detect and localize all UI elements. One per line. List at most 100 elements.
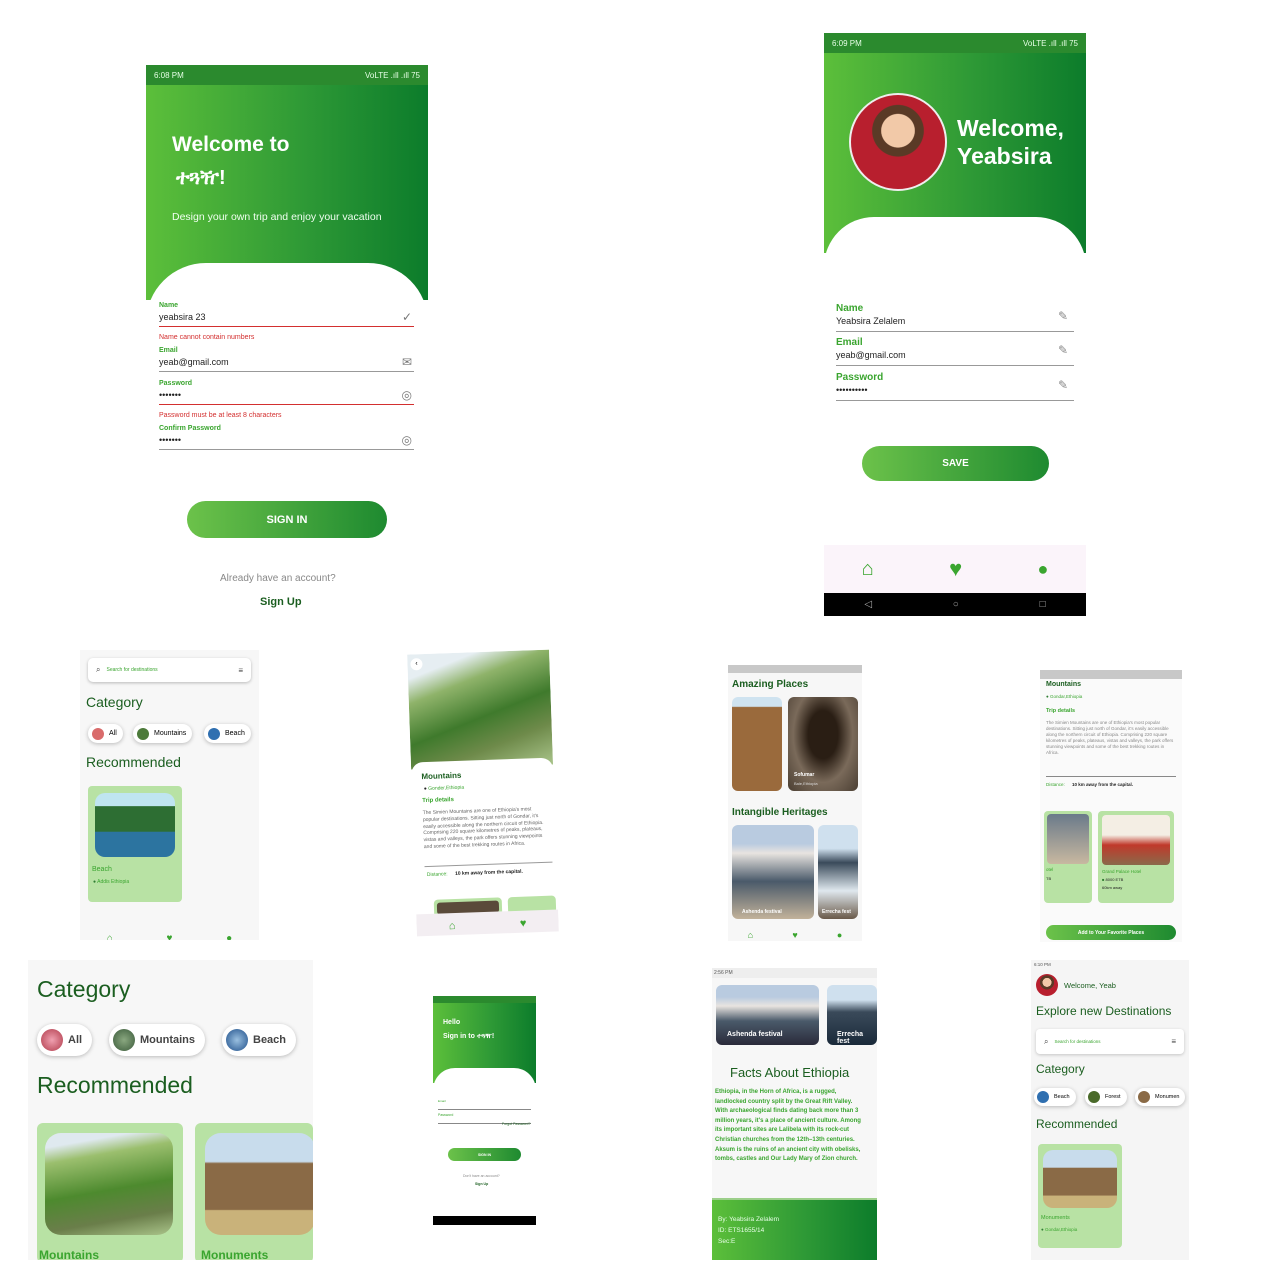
author-panel: By: Yeabsira Zelalem ID: ETS1655/14 Sec:… [712,1198,877,1260]
location-pin-icon: ● [423,785,427,793]
heart-icon[interactable]: ♥ [167,933,173,941]
filter-icon[interactable]: ≡ [238,666,243,675]
place-card-sofumar[interactable]: Sofumar Bale,Ethiopia [788,697,858,791]
name-field[interactable]: Name yeabsira 23 ✓ [159,302,414,327]
search-input[interactable]: Search for destinations [106,667,232,673]
search-input[interactable]: Search for destinations [1054,1039,1165,1044]
edit-icon[interactable]: ✎ [1058,309,1068,323]
already-account-text: Already have an account? [220,573,336,584]
chip-beach[interactable]: Beach [204,724,251,743]
heart-icon[interactable]: ♥ [949,556,962,582]
place-card-lalibela[interactable] [732,697,782,791]
card-image [45,1133,173,1235]
card-image [205,1133,313,1235]
person-icon[interactable]: ● [226,933,232,941]
divider [1046,776,1176,777]
hotel-image [1047,814,1089,864]
facts-screen: 2:56 PM Ashenda festival Errecha fest Fa… [712,968,877,1260]
hello-text: Hello [443,1019,461,1026]
heritage-card-ashenda[interactable]: Ashenda festival [732,825,814,919]
tagline: Design your own trip and enjoy your vaca… [172,211,382,223]
password-field[interactable]: Password [438,1103,531,1124]
edit-icon[interactable]: ✎ [1058,378,1068,392]
email-field[interactable]: Email yeab@gmail.com ✉ [159,347,414,372]
chip-all[interactable]: All [37,1024,93,1056]
chip-monuments[interactable]: Monumen [1135,1088,1186,1106]
filter-icon[interactable]: ≡ [1171,1037,1176,1046]
all-icon [92,727,104,740]
explore-screen: 6:10 PM Welcome, Yeab Explore new Destin… [1031,960,1189,1260]
home-icon[interactable]: ⌂ [107,933,113,941]
home-icon[interactable]: ⌂ [862,558,874,581]
save-button[interactable]: SAVE [862,446,1049,481]
search-bar[interactable]: ⌕ Search for destinations ≡ [1036,1029,1184,1054]
chip-forest[interactable]: Forest [1085,1088,1127,1106]
app-name: ተጓዥ! [176,167,226,189]
festival-card-ashenda[interactable]: Ashenda festival [716,985,819,1045]
sign-up-link[interactable]: Sign Up [260,596,302,608]
chip-label: All [109,730,117,737]
forgot-password-link[interactable]: Forgot Password? [502,1122,530,1126]
add-favorite-button[interactable]: Add to Your Favorite Places [1046,925,1176,940]
status-indicators: VoLTE .ıll .ıll 75 [1023,38,1078,48]
recommended-card[interactable]: Beach ● Addis Ethiopia [88,786,182,902]
heritage-card-errecha[interactable]: Errecha fest [818,825,858,919]
person-icon[interactable]: ● [837,930,842,940]
profile-password-field[interactable]: Password •••••••••• ✎ [836,372,1074,401]
category-large-screen: Category All Mountains Beach Recommended… [28,960,313,1260]
sign-in-button[interactable]: SIGN IN [448,1148,521,1161]
recommended-card[interactable]: Monuments ● Gondar,Ethiopia [1038,1144,1122,1248]
author-id: ID: ETS1655/14 [718,1227,765,1234]
chip-beach[interactable]: Beach [222,1024,297,1056]
sign-in-button[interactable]: SIGN IN [187,501,387,538]
sign-up-link[interactable]: Sign Up [475,1182,488,1186]
back-icon[interactable]: ◁ [864,599,872,610]
status-indicators: VoLTE .ıll .ıll 75 [365,70,420,80]
home-icon[interactable]: ⌂ [748,930,753,940]
mountains-icon [113,1029,135,1051]
home-circle-icon[interactable]: ○ [953,599,959,610]
confirm-password-field[interactable]: Confirm Password ••••••• ◎ [159,425,414,450]
eye-off-icon[interactable]: ◎ [402,388,412,402]
festival-card-errecha[interactable]: Errecha fest [827,985,877,1045]
edit-icon[interactable]: ✎ [1058,343,1068,357]
hotel-distance: 60km away [1102,885,1123,890]
card-location-text: Gondar,Ethiopia [1044,1227,1078,1232]
profile-name-field[interactable]: Name Yeabsira Zelalem ✎ [836,303,1074,332]
location-pin-icon: ● [93,879,97,885]
profile-email-field[interactable]: Email yeab@gmail.com ✎ [836,337,1074,366]
card-location: ● Gondar,Ethiopia [1041,1227,1077,1232]
hotel-card[interactable]: otel TB [1044,811,1092,903]
eye-off-icon[interactable]: ◎ [402,433,412,447]
login-small-screen: Hello Sign in to ተጓዥ! Email Password For… [433,996,536,1225]
recommended-card-mountains[interactable]: Mountains [37,1123,183,1260]
card-title: Beach [92,866,112,873]
chip-label: Beach [1054,1094,1070,1100]
hotel-card-grand-palace[interactable]: Grand Palace Hotel ■ 8000 ETB 60km away [1098,811,1174,903]
email-value: yeab@gmail.com [836,350,906,360]
chip-mountains[interactable]: Mountains [133,724,193,743]
heart-icon[interactable]: ♥ [792,930,797,940]
detail-title: Mountains [421,770,462,782]
recommended-card-monuments[interactable]: Monuments [195,1123,313,1260]
category-title: Category [37,976,131,1002]
chip-label: All [68,1034,83,1046]
password-value: ••••••• [159,390,182,400]
chip-beach[interactable]: Beach [1034,1088,1076,1106]
person-icon[interactable]: ● [1037,559,1048,580]
home-icon[interactable]: ⌂ [449,920,456,932]
password-field[interactable]: Password ••••••• ◎ [159,380,414,405]
email-value: yeab@gmail.com [159,357,229,367]
chip-all[interactable]: All [88,724,123,743]
heart-icon[interactable]: ♥ [520,918,527,930]
mountains-icon [137,727,149,740]
welcome-title: Welcome to [172,133,290,156]
password-label: Password [836,372,884,383]
password-error: Password must be at least 8 characters [159,412,282,419]
recents-icon[interactable]: □ [1040,599,1046,610]
search-bar[interactable]: ⌕ Search for destinations ≡ [88,658,251,682]
recommended-title: Recommended [37,1072,193,1098]
amazing-screen: Amazing Places Sofumar Bale,Ethiopia Int… [728,665,862,941]
chip-mountains[interactable]: Mountains [109,1024,205,1056]
card-image [1043,1150,1117,1208]
